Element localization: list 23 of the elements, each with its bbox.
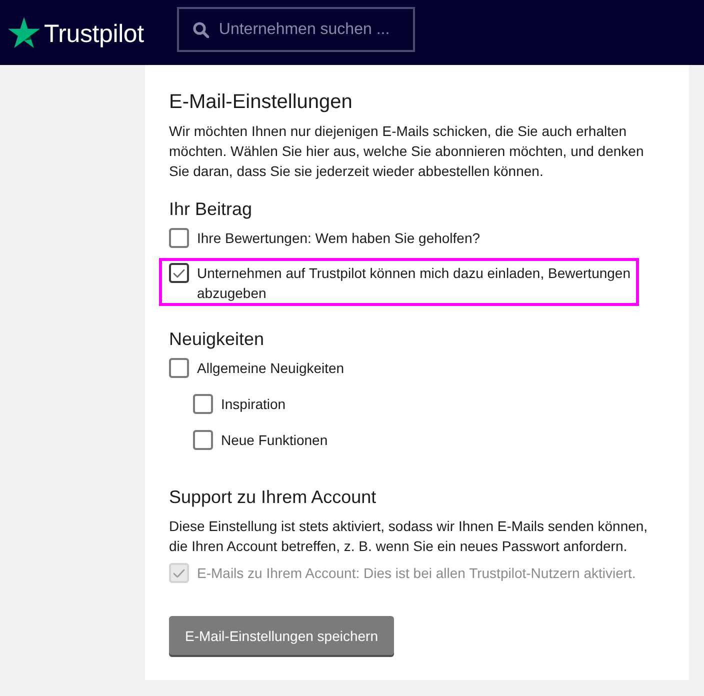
checkbox-label[interactable]: Inspiration [221, 394, 286, 414]
search-field[interactable]: Unternehmen suchen ... [176, 7, 415, 52]
section-description: Diese Einstellung ist stets aktiviert, sodass wir Ihnen E-Mails senden können, die Ihren Account betreffen, z. B. wenn Sie ein neues Passwort anfordern. [169, 517, 649, 556]
checkbox-label[interactable]: Unternehmen auf Trustpilot können mich dazu einladen, Bewertungen abzugeben [197, 263, 632, 303]
checkbox-label[interactable]: Ihre Bewertungen: Wem haben Sie geholfen? [197, 228, 480, 248]
intro-text: Wir möchten Ihnen nur diejenigen E-Mails schicken, die Sie auch erhalten möchten. Wählen Sie hier aus, welche Sie abonnieren möchten, und denken Sie daran, dass Sie sie jederzeit wieder abbestellen können. [169, 122, 645, 181]
section-heading: Ihr Beitrag [169, 198, 254, 220]
section-heading: Support zu Ihrem Account [169, 486, 378, 508]
search-icon [192, 22, 209, 38]
checkbox[interactable] [193, 394, 213, 414]
checkbox[interactable] [169, 358, 189, 378]
star-icon [8, 17, 40, 48]
checkbox[interactable] [193, 430, 213, 450]
checkbox[interactable] [169, 263, 189, 283]
check-icon [173, 568, 185, 578]
save-button[interactable]: E-Mail-Einstellungen speichern [169, 616, 394, 655]
checkbox-label[interactable]: Allgemeine Neuigkeiten [197, 358, 344, 378]
section-heading: Neuigkeiten [169, 328, 266, 350]
checkbox[interactable] [169, 228, 189, 248]
logo-text[interactable]: Trustpilot [44, 18, 144, 48]
page-title: E-Mail-Einstellungen [169, 90, 352, 114]
check-icon [173, 268, 185, 278]
checkbox-label[interactable]: Neue Funktionen [221, 430, 328, 450]
